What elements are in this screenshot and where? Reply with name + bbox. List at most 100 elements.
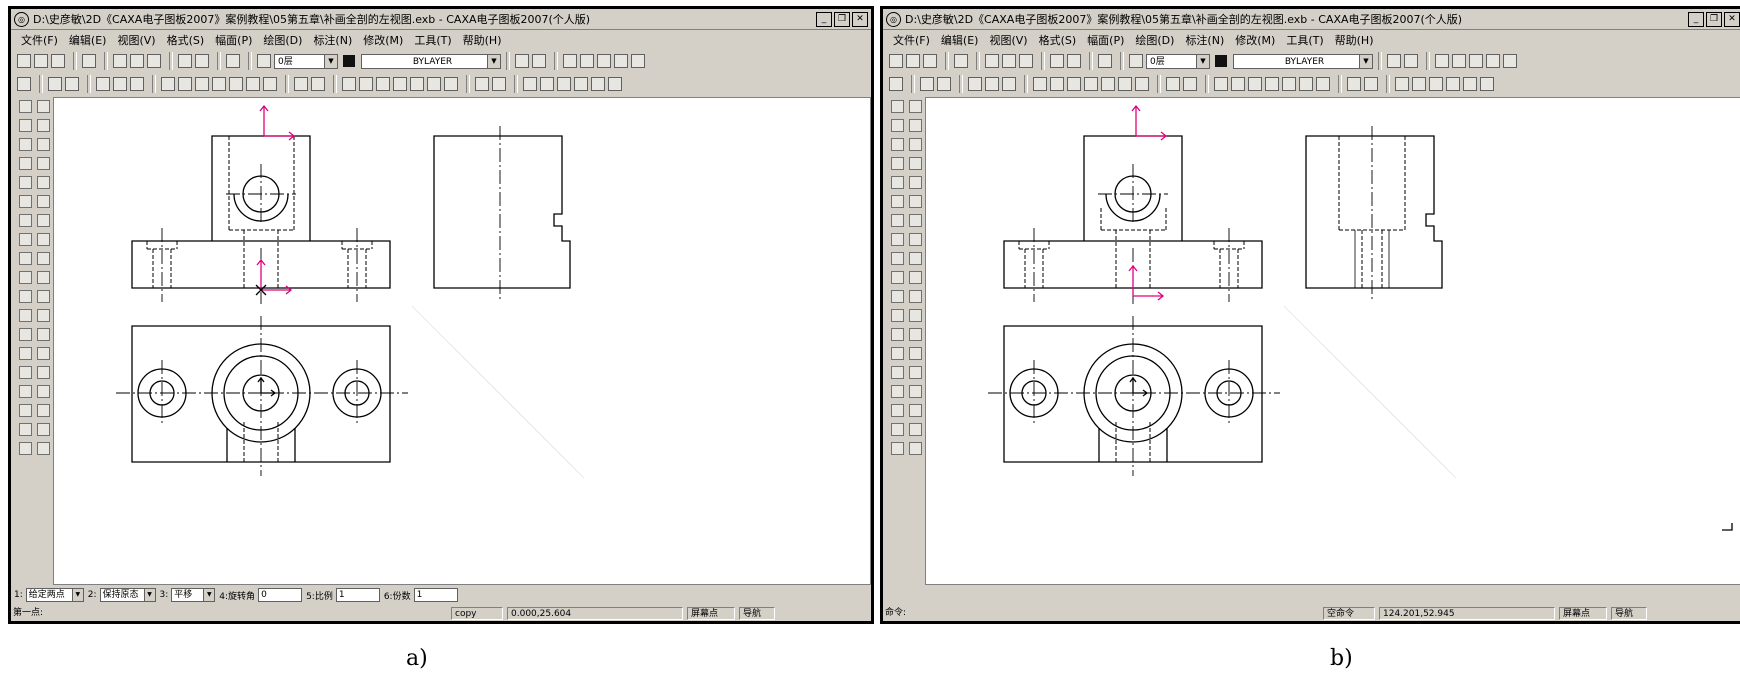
- draw-tool-icon[interactable]: [19, 442, 32, 455]
- open-file-icon[interactable]: [34, 54, 48, 68]
- menu-dimension[interactable]: 标注(N): [1185, 32, 1224, 48]
- draw-tool-icon[interactable]: [19, 138, 32, 151]
- draw-tool-icon[interactable]: [891, 309, 904, 322]
- menu-view[interactable]: 视图(V): [989, 32, 1027, 48]
- draw-tool-icon[interactable]: [19, 214, 32, 227]
- draw-tool-icon[interactable]: [37, 347, 50, 360]
- draw-tool-icon[interactable]: [909, 423, 922, 436]
- tool-icon[interactable]: [1503, 54, 1517, 68]
- drawing-canvas[interactable]: [53, 97, 871, 585]
- rotation-input[interactable]: 0: [258, 588, 303, 602]
- draw-tool-icon[interactable]: [909, 442, 922, 455]
- draw-tool-icon[interactable]: [19, 385, 32, 398]
- snap-icon[interactable]: [1101, 77, 1115, 91]
- dim-icon[interactable]: [359, 77, 373, 91]
- redo-icon[interactable]: [195, 54, 209, 68]
- tool-icon[interactable]: [1469, 54, 1483, 68]
- paste-icon[interactable]: [1019, 54, 1033, 68]
- move-combo[interactable]: 平移: [171, 588, 216, 602]
- dim-icon[interactable]: [1265, 77, 1279, 91]
- view-icon[interactable]: [1395, 77, 1409, 91]
- snap-icon[interactable]: [1067, 77, 1081, 91]
- frame-icon[interactable]: [48, 77, 62, 91]
- draw-tool-icon[interactable]: [19, 366, 32, 379]
- pan-icon[interactable]: [263, 77, 277, 91]
- dim-icon[interactable]: [1316, 77, 1330, 91]
- view-icon[interactable]: [523, 77, 537, 91]
- cut-icon[interactable]: [985, 54, 999, 68]
- draw-tool-icon[interactable]: [37, 195, 50, 208]
- menu-modify[interactable]: 修改(M): [1235, 32, 1275, 48]
- app-logo-icon[interactable]: ◎: [886, 11, 901, 27]
- dim-icon[interactable]: [1214, 77, 1228, 91]
- draw-tool-icon[interactable]: [909, 252, 922, 265]
- draw-tool-icon[interactable]: [909, 385, 922, 398]
- drawing-canvas[interactable]: [925, 97, 1740, 585]
- draw-tool-icon[interactable]: [37, 252, 50, 265]
- frame-icon[interactable]: [920, 77, 934, 91]
- draw-tool-icon[interactable]: [891, 138, 904, 151]
- help-icon[interactable]: [226, 54, 240, 68]
- snap-icon[interactable]: [178, 77, 192, 91]
- draw-tool-icon[interactable]: [37, 423, 50, 436]
- dim-icon[interactable]: [1282, 77, 1296, 91]
- draw-tool-icon[interactable]: [37, 271, 50, 284]
- menu-help[interactable]: 帮助(H): [463, 32, 502, 48]
- tool-icon[interactable]: [1435, 54, 1449, 68]
- match-icon[interactable]: [532, 54, 546, 68]
- dim-icon[interactable]: [444, 77, 458, 91]
- mode-combo[interactable]: 给定两点: [25, 588, 84, 602]
- draw-tool-icon[interactable]: [37, 233, 50, 246]
- draw-tool-icon[interactable]: [909, 157, 922, 170]
- snap-mode[interactable]: 屏幕点: [1559, 607, 1607, 620]
- snap-icon[interactable]: [212, 77, 226, 91]
- nav-combo[interactable]: 导航: [1611, 607, 1647, 620]
- layer-combo[interactable]: 0层: [1146, 53, 1210, 69]
- bom-icon[interactable]: [985, 77, 999, 91]
- draw-tool-icon[interactable]: [891, 195, 904, 208]
- zoom-icon[interactable]: [608, 77, 622, 91]
- draw-tool-icon[interactable]: [909, 100, 922, 113]
- menu-modify[interactable]: 修改(M): [363, 32, 403, 48]
- dim-icon[interactable]: [1231, 77, 1245, 91]
- view-icon[interactable]: [557, 77, 571, 91]
- draw-tool-icon[interactable]: [909, 176, 922, 189]
- dim-icon[interactable]: [1183, 77, 1197, 91]
- dim-icon[interactable]: [342, 77, 356, 91]
- draw-tool-icon[interactable]: [37, 404, 50, 417]
- draw-tool-icon[interactable]: [19, 328, 32, 341]
- dim-icon[interactable]: [427, 77, 441, 91]
- tool-icon[interactable]: [563, 54, 577, 68]
- draw-tool-icon[interactable]: [909, 328, 922, 341]
- draw-tool-icon[interactable]: [891, 157, 904, 170]
- save-icon[interactable]: [923, 54, 937, 68]
- draw-tool-icon[interactable]: [891, 271, 904, 284]
- paste-icon[interactable]: [147, 54, 161, 68]
- copies-input[interactable]: 1: [413, 588, 458, 602]
- draw-tool-icon[interactable]: [891, 100, 904, 113]
- app-logo-icon[interactable]: ◎: [14, 11, 29, 27]
- edit-icon[interactable]: [1347, 77, 1361, 91]
- arc-icon[interactable]: [1033, 77, 1047, 91]
- close-icon[interactable]: ✕: [1724, 11, 1740, 27]
- draw-tool-icon[interactable]: [909, 347, 922, 360]
- menu-view[interactable]: 视图(V): [117, 32, 155, 48]
- dim-icon[interactable]: [311, 77, 325, 91]
- cut-icon[interactable]: [113, 54, 127, 68]
- copy-icon[interactable]: [1002, 54, 1016, 68]
- open-file-icon[interactable]: [906, 54, 920, 68]
- draw-tool-icon[interactable]: [37, 176, 50, 189]
- dim-icon[interactable]: [294, 77, 308, 91]
- table-icon[interactable]: [130, 77, 144, 91]
- draw-tool-icon[interactable]: [909, 366, 922, 379]
- zoom-icon[interactable]: [1480, 77, 1494, 91]
- redo-icon[interactable]: [1067, 54, 1081, 68]
- tool-icon[interactable]: [614, 54, 628, 68]
- tool-icon[interactable]: [1452, 54, 1466, 68]
- save-icon[interactable]: [51, 54, 65, 68]
- draw-tool-icon[interactable]: [19, 157, 32, 170]
- draw-tool-icon[interactable]: [891, 347, 904, 360]
- edit-icon[interactable]: [475, 77, 489, 91]
- draw-tool-icon[interactable]: [19, 290, 32, 303]
- match-icon[interactable]: [1404, 54, 1418, 68]
